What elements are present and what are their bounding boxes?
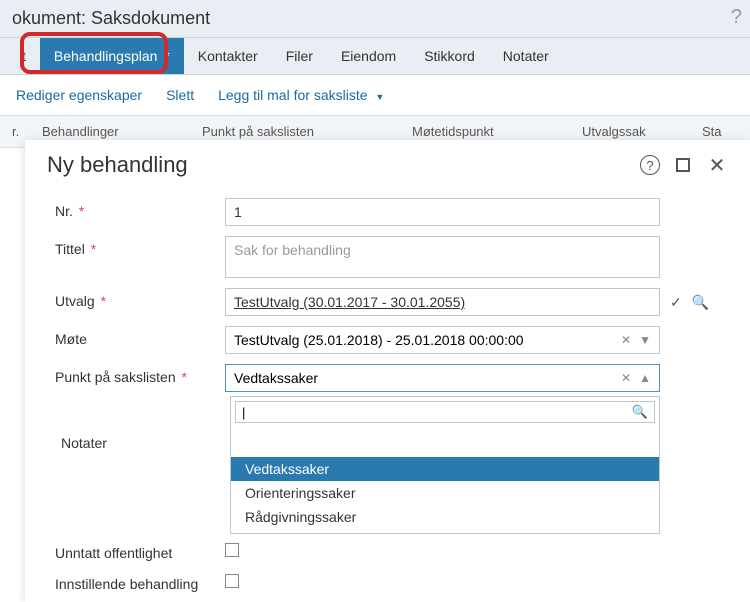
dropdown-search-input[interactable] [242, 405, 632, 420]
modal-title: Ny behandling [47, 152, 628, 178]
tab-behandlingsplan[interactable]: Behandlingsplan * [40, 38, 184, 74]
leggtil-link[interactable]: Legg til mal for saksliste ▼ [206, 83, 396, 107]
nr-input[interactable]: 1 [225, 198, 660, 226]
tab-notater[interactable]: Notater [489, 38, 563, 74]
mote-value: TestUtvalg (25.01.2018) - 25.01.2018 00:… [234, 332, 613, 348]
tab-stikkord[interactable]: Stikkord [410, 38, 489, 74]
tab-eiendom[interactable]: Eiendom [327, 38, 410, 74]
label-text: Punkt på sakslisten [55, 369, 176, 385]
chevron-down-icon: ▼ [375, 92, 384, 102]
mote-label: Møte [55, 326, 225, 347]
tab-kontakter[interactable]: Kontakter [184, 38, 272, 74]
col-utvalgssak[interactable]: Utvalgssak [582, 124, 702, 139]
spacer-label [55, 394, 225, 399]
slett-link[interactable]: Slett [154, 83, 206, 107]
utvalg-label: Utvalg * [55, 288, 225, 309]
col-motetid[interactable]: Møtetidspunkt [412, 124, 582, 139]
search-icon[interactable]: 🔍 [632, 404, 648, 420]
tab-cutoff-left[interactable]: t [8, 38, 40, 74]
clear-icon[interactable]: ✕ [621, 371, 631, 385]
innstillende-label: Innstillende behandling [55, 571, 225, 592]
maximize-icon[interactable] [672, 154, 694, 176]
help-icon-global[interactable]: ? [731, 6, 742, 29]
chevron-down-icon[interactable]: ▼ [639, 333, 651, 347]
search-icon[interactable]: 🔍 [692, 294, 709, 311]
label-text: Nr. [55, 203, 73, 219]
punkt-dropdown: 🔍 Vedtakssaker Orienteringssaker Rådgivn… [230, 396, 660, 534]
required-asterisk: * [182, 369, 187, 385]
unntatt-label: Unntatt offentlighet [55, 540, 225, 561]
col-sta[interactable]: Sta [702, 124, 732, 139]
document-title: okument: Saksdokument [0, 0, 750, 38]
tabs-row: t Behandlingsplan * Kontakter Filer Eien… [0, 38, 750, 75]
punkt-label: Punkt på sakslisten * [55, 364, 225, 385]
tab-filer[interactable]: Filer [272, 38, 327, 74]
clear-icon[interactable]: ✕ [621, 333, 631, 347]
label-text: Utvalg [55, 293, 95, 309]
dropdown-item-orienteringssaker[interactable]: Orienteringssaker [231, 481, 659, 505]
required-asterisk: * [101, 293, 106, 309]
chevron-up-icon[interactable]: ▲ [639, 371, 651, 385]
dropdown-item-radgivningssaker[interactable]: Rådgivningssaker [231, 505, 659, 529]
tittel-input[interactable]: Sak for behandling [225, 236, 660, 278]
dropdown-item-vedtakssaker[interactable]: Vedtakssaker [231, 457, 659, 481]
tittel-label: Tittel * [55, 236, 225, 257]
leggtil-label: Legg til mal for saksliste [218, 87, 367, 103]
punkt-select[interactable]: Vedtakssaker ✕ ▲ [225, 364, 660, 392]
punkt-value: Vedtakssaker [234, 370, 613, 386]
help-icon[interactable]: ? [640, 155, 660, 175]
modal-ny-behandling: Ny behandling ? ✕ Nr. * 1 Tittel * Sak f… [25, 140, 750, 602]
col-nr: r. [12, 124, 42, 139]
dropdown-list: Vedtakssaker Orienteringssaker Rådgivnin… [231, 453, 659, 533]
dropdown-search[interactable]: 🔍 [235, 401, 655, 423]
rediger-link[interactable]: Rediger egenskaper [4, 83, 154, 107]
required-asterisk: * [79, 203, 84, 219]
col-punkt[interactable]: Punkt på sakslisten [202, 124, 412, 139]
close-icon[interactable]: ✕ [706, 154, 728, 176]
col-behandlinger[interactable]: Behandlinger [42, 124, 202, 139]
unntatt-checkbox[interactable] [225, 543, 239, 557]
check-icon[interactable]: ✓ [670, 294, 682, 311]
nr-label: Nr. * [55, 198, 225, 219]
utvalg-input[interactable]: TestUtvalg (30.01.2017 - 30.01.2055) [225, 288, 660, 316]
modal-header: Ny behandling ? ✕ [25, 140, 750, 198]
required-asterisk: * [91, 241, 96, 257]
mote-select[interactable]: TestUtvalg (25.01.2018) - 25.01.2018 00:… [225, 326, 660, 354]
toolbar: Rediger egenskaper Slett Legg til mal fo… [0, 75, 750, 116]
innstillende-checkbox[interactable] [225, 574, 239, 588]
form-body: Nr. * 1 Tittel * Sak for behandling Utva… [25, 198, 750, 592]
tab-asterisk: * [164, 48, 169, 64]
label-text: Tittel [55, 241, 85, 257]
tab-label: Behandlingsplan [54, 48, 158, 64]
